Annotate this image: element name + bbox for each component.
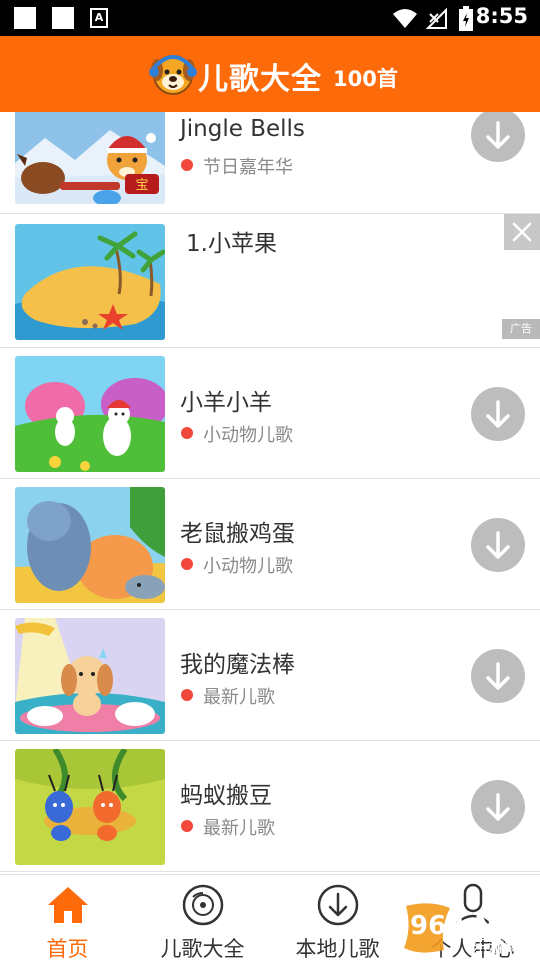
category-dot <box>181 427 193 439</box>
disc-icon <box>182 884 224 926</box>
close-icon <box>512 222 532 242</box>
download-button[interactable] <box>471 112 525 162</box>
notification-a-icon: A <box>90 8 108 28</box>
song-title: 老鼠搬鸡蛋 <box>180 521 295 547</box>
song-count: 100首 <box>333 67 398 91</box>
home-icon <box>48 887 88 923</box>
nav-local[interactable]: 本地儿歌 <box>270 875 405 961</box>
battery-icon <box>459 6 473 31</box>
category-dot <box>181 820 193 832</box>
song-category: 节日嘉年华 <box>203 157 293 178</box>
song-category: 最新儿歌 <box>203 687 275 708</box>
status-time: 8:55 <box>475 4 528 28</box>
song-thumbnail <box>15 749 165 865</box>
song-thumbnail <box>15 487 165 603</box>
ad-row[interactable]: 1.小苹果 广告 <box>0 214 540 348</box>
app-title: 儿歌大全 <box>198 62 322 97</box>
category-dot <box>181 159 193 171</box>
watermark-logo: 962.NET 乐游网 <box>404 903 532 956</box>
song-thumbnail: 宝 <box>15 112 165 204</box>
notification-square-icon <box>14 7 36 29</box>
song-title: 蚂蚁搬豆 <box>180 783 272 809</box>
download-button[interactable] <box>471 649 525 703</box>
song-category: 小动物儿歌 <box>203 556 293 577</box>
song-list[interactable]: 宝 Jingle Bells 节日嘉年华 1.小苹果 广告 小羊小羊 小动物儿歌… <box>0 112 540 874</box>
ad-label: 广告 <box>502 319 540 339</box>
notification-square-icon <box>52 7 74 29</box>
song-category: 小动物儿歌 <box>203 425 293 446</box>
nav-songs[interactable]: 儿歌大全 <box>135 875 270 961</box>
download-button[interactable] <box>471 387 525 441</box>
download-arrow-icon <box>486 793 510 821</box>
download-arrow-icon <box>486 121 510 149</box>
song-category: 最新儿歌 <box>203 818 275 839</box>
nav-label: 本地儿歌 <box>295 937 380 961</box>
wifi-icon <box>393 9 417 28</box>
song-row[interactable]: 小羊小羊 小动物儿歌 <box>0 348 540 479</box>
download-arrow-icon <box>486 662 510 690</box>
category-dot <box>181 558 193 570</box>
ad-title: 1.小苹果 <box>186 231 277 257</box>
song-title: Jingle Bells <box>180 116 305 142</box>
download-arrow-icon <box>486 400 510 428</box>
song-title: 小羊小羊 <box>180 390 272 416</box>
song-row[interactable]: 我的魔法棒 最新儿歌 <box>0 610 540 741</box>
song-row[interactable]: 宝 Jingle Bells 节日嘉年华 <box>0 112 540 214</box>
download-button[interactable] <box>471 780 525 834</box>
song-row[interactable]: 老鼠搬鸡蛋 小动物儿歌 <box>0 479 540 610</box>
song-row[interactable]: 蚂蚁搬豆 最新儿歌 <box>0 741 540 872</box>
thumb-text: 宝 <box>135 178 148 193</box>
ad-thumbnail <box>15 224 165 340</box>
nav-home[interactable]: 首页 <box>0 875 135 961</box>
status-bar: A 8:55 <box>0 0 540 36</box>
song-thumbnail <box>15 356 165 472</box>
puppy-logo-icon <box>149 55 197 95</box>
song-title: 我的魔法棒 <box>180 652 295 678</box>
watermark-subtext: 乐游网 <box>472 937 520 956</box>
no-signal-icon <box>426 7 447 29</box>
nav-label: 儿歌大全 <box>160 937 245 961</box>
ad-close-button[interactable] <box>504 214 540 250</box>
app-bar: 儿歌大全 100首 <box>0 36 540 112</box>
nav-label: 首页 <box>46 937 89 961</box>
download-icon <box>317 884 359 926</box>
category-dot <box>181 689 193 701</box>
download-arrow-icon <box>486 531 510 559</box>
song-thumbnail <box>15 618 165 734</box>
download-button[interactable] <box>471 518 525 572</box>
